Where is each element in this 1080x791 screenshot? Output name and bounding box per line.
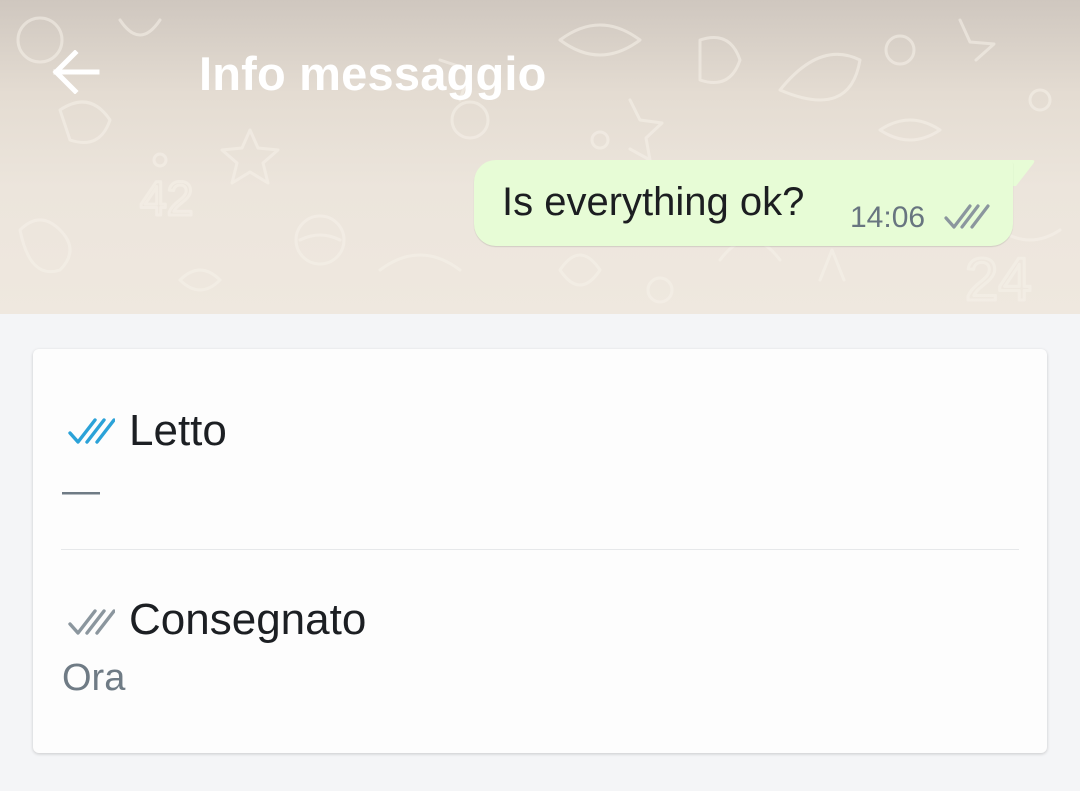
delivered-value: Ora — [62, 657, 126, 699]
double-check-grey-icon — [68, 609, 115, 635]
message-bubble[interactable]: Is everything ok? 14:06 — [474, 160, 1013, 246]
double-check-icon — [944, 204, 990, 229]
delivered-label: Consegnato — [129, 595, 367, 644]
svg-text:24: 24 — [965, 246, 1032, 313]
read-row: Letto — — [33, 349, 1047, 549]
back-button[interactable] — [44, 40, 108, 104]
page-title: Info messaggio — [199, 47, 547, 100]
message-time: 14:06 — [850, 201, 926, 234]
arrow-left-icon — [52, 50, 100, 94]
svg-text:42: 42 — [140, 173, 193, 226]
message-info-header: 42 24 Info messaggio Is everything ok? 1… — [0, 0, 1080, 314]
read-value: — — [62, 470, 100, 512]
receipts-card: Letto — Consegnato Ora — [33, 349, 1047, 753]
message-text: Is everything ok? — [502, 180, 805, 224]
read-label: Letto — [129, 406, 227, 455]
delivered-row: Consegnato Ora — [33, 550, 1047, 753]
double-check-blue-icon — [68, 418, 115, 444]
